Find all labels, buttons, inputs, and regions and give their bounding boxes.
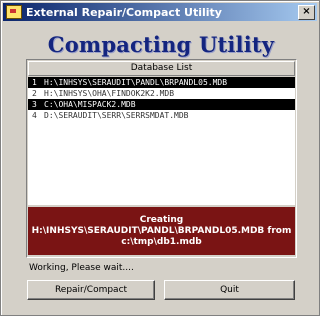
row-number: 2 xyxy=(32,89,37,98)
window-title: External Repair/Compact Utility xyxy=(26,5,222,19)
status-message-box: Creating H:\INHSYS\SERAUDIT\PANDL\BRPAND… xyxy=(28,207,295,255)
database-panel: Database List 1 H:\INHSYS\SERAUDIT\PANDL… xyxy=(26,59,297,258)
app-icon xyxy=(6,5,22,19)
row-number: 3 xyxy=(32,100,37,109)
row-path: C:\OHA\MISPACK2.MDB xyxy=(44,100,136,109)
repair-compact-button[interactable]: Repair/Compact xyxy=(27,280,155,300)
title-bar[interactable]: External Repair/Compact Utility × xyxy=(3,3,317,21)
row-number: 4 xyxy=(32,111,37,120)
utility-window: External Repair/Compact Utility × Compac… xyxy=(0,0,320,316)
row-path: H:\INHSYS\SERAUDIT\PANDL\BRPANDL05.MDB xyxy=(44,78,228,87)
working-status-text: Working, Please wait.... xyxy=(29,263,134,273)
list-item[interactable]: 1 H:\INHSYS\SERAUDIT\PANDL\BRPANDL05.MDB xyxy=(28,77,295,88)
database-list[interactable]: 1 H:\INHSYS\SERAUDIT\PANDL\BRPANDL05.MDB… xyxy=(28,77,295,205)
list-header: Database List xyxy=(28,61,295,76)
row-path: H:\INHSYS\OHA\FINDOK2K2.MDB xyxy=(44,89,175,98)
list-item[interactable]: 4 D:\SERAUDIT\SERR\SERRSMDAT.MDB xyxy=(28,110,295,121)
status-line-3: c:\tmp\db1.mdb xyxy=(121,236,202,247)
row-path: D:\SERAUDIT\SERR\SERRSMDAT.MDB xyxy=(44,111,189,120)
list-item[interactable]: 2 H:\INHSYS\OHA\FINDOK2K2.MDB xyxy=(28,88,295,99)
row-number: 1 xyxy=(32,78,37,87)
status-line-2: H:\INHSYS\SERAUDIT\PANDL\BRPANDL05.MDB f… xyxy=(31,225,292,236)
quit-button[interactable]: Quit xyxy=(164,280,295,300)
status-line-1: Creating xyxy=(139,214,184,225)
list-item[interactable]: 3 C:\OHA\MISPACK2.MDB xyxy=(28,99,295,110)
page-title: Compacting Utility xyxy=(47,32,275,57)
close-button[interactable]: × xyxy=(298,5,315,20)
